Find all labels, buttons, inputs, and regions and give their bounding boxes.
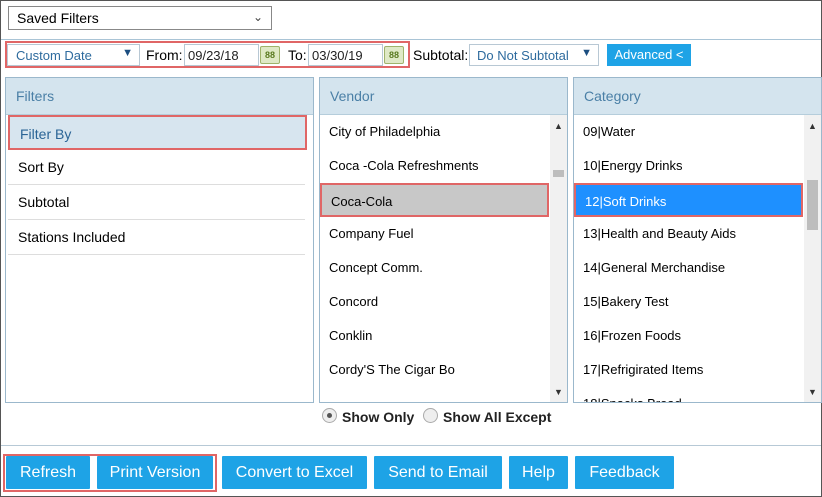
- filters-list: Filter By Sort By Subtotal Stations Include…: [6, 115, 313, 255]
- report-filter-window: Saved Filters ⌄ Custom Date ▼ From: 09/2…: [0, 0, 822, 497]
- category-scroll-thumb[interactable]: [807, 180, 818, 230]
- chevron-down-icon: ⌄: [252, 10, 263, 24]
- category-scrollbar[interactable]: ▲ ▼: [804, 115, 821, 402]
- vendor-panel: Vendor City of Philadelphia Coca -Cola Re…: [319, 77, 568, 403]
- category-list-item[interactable]: 14|General Merchandise: [574, 251, 803, 285]
- vendor-panel-header: Vendor: [320, 78, 567, 115]
- convert-to-excel-button[interactable]: Convert to Excel: [222, 456, 367, 489]
- feedback-button[interactable]: Feedback: [575, 456, 674, 489]
- refresh-button[interactable]: Refresh: [6, 456, 90, 489]
- vendor-list-item[interactable]: Conklin: [320, 319, 549, 353]
- category-panel-header: Category: [574, 78, 821, 115]
- scroll-down-arrow-icon[interactable]: ▼: [804, 384, 821, 400]
- filters-list-item[interactable]: Sort By: [8, 150, 305, 185]
- subtotal-label: Subtotal:: [413, 47, 469, 63]
- filters-panel-header: Filters: [6, 78, 313, 115]
- header-divider: [1, 39, 821, 40]
- category-list: 09|Water 10|Energy Drinks 12|Soft Drinks 13…: [574, 115, 803, 402]
- vendor-scrollbar[interactable]: ▲ ▼: [550, 115, 567, 402]
- category-list-item[interactable]: 09|Water: [574, 115, 803, 149]
- vendor-list-item[interactable]: Coca -Cola Refreshments: [320, 149, 549, 183]
- print-version-button[interactable]: Print Version: [97, 456, 213, 489]
- category-list-item[interactable]: 15|Bakery Test: [574, 285, 803, 319]
- filters-list-item[interactable]: Stations Included: [8, 220, 305, 255]
- vendor-list-item[interactable]: City of Philadelphia: [320, 115, 549, 149]
- subtotal-value: Do Not Subtotal: [477, 48, 569, 63]
- vendor-list-item[interactable]: Cordy'S The Cigar Bo: [320, 353, 549, 387]
- category-list-item[interactable]: 18|Snacks Bread: [574, 387, 803, 402]
- vendor-list-item[interactable]: Concept Comm.: [320, 251, 549, 285]
- from-date-input[interactable]: 09/23/18: [184, 44, 259, 66]
- scroll-up-arrow-icon[interactable]: ▲: [550, 118, 567, 134]
- from-date-value: 09/23/18: [188, 48, 239, 63]
- show-only-label: Show Only: [342, 409, 415, 425]
- vendor-list-item[interactable]: Concord: [320, 285, 549, 319]
- category-list-item[interactable]: 13|Health and Beauty Aids: [574, 217, 803, 251]
- category-list-item[interactable]: 17|Refrigirated Items: [574, 353, 803, 387]
- help-button[interactable]: Help: [509, 456, 568, 489]
- dropdown-arrow-icon: ▼: [581, 47, 592, 59]
- show-only-radio[interactable]: [322, 408, 337, 423]
- scroll-up-arrow-icon[interactable]: ▲: [804, 118, 821, 134]
- saved-filters-label: Saved Filters: [17, 10, 99, 26]
- date-preset-value: Custom Date: [16, 48, 92, 63]
- saved-filters-select[interactable]: Saved Filters ⌄: [8, 6, 272, 30]
- send-to-email-button[interactable]: Send to Email: [374, 456, 502, 489]
- filters-panel: Filters Filter By Sort By Subtotal Stations…: [5, 77, 314, 403]
- vendor-scroll-thumb[interactable]: [553, 170, 564, 177]
- category-list-item[interactable]: 10|Energy Drinks: [574, 149, 803, 183]
- to-date-value: 03/30/19: [312, 48, 363, 63]
- to-label: To:: [288, 47, 307, 63]
- vendor-list: City of Philadelphia Coca -Cola Refreshme…: [320, 115, 549, 402]
- calendar-icon[interactable]: 88: [384, 46, 404, 64]
- date-preset-select[interactable]: Custom Date ▼: [7, 44, 140, 66]
- to-date-input[interactable]: 03/30/19: [308, 44, 383, 66]
- advanced-button[interactable]: Advanced <: [607, 44, 691, 66]
- from-label: From:: [146, 47, 183, 63]
- category-list-item[interactable]: 16|Frozen Foods: [574, 319, 803, 353]
- category-list-item[interactable]: 12|Soft Drinks: [574, 183, 803, 217]
- subtotal-select[interactable]: Do Not Subtotal ▼: [469, 44, 599, 66]
- show-all-except-label: Show All Except: [443, 409, 552, 425]
- dropdown-arrow-icon: ▼: [122, 47, 133, 59]
- category-panel: Category 09|Water 10|Energy Drinks 12|Soft…: [573, 77, 822, 403]
- vendor-list-item[interactable]: Company Fuel: [320, 217, 549, 251]
- footer-divider: [1, 445, 821, 446]
- show-all-except-radio[interactable]: [423, 408, 438, 423]
- calendar-icon[interactable]: 88: [260, 46, 280, 64]
- filters-list-item[interactable]: Subtotal: [8, 185, 305, 220]
- filters-list-item[interactable]: Filter By: [8, 115, 307, 150]
- scroll-down-arrow-icon[interactable]: ▼: [550, 384, 567, 400]
- vendor-list-item[interactable]: Coca-Cola: [320, 183, 549, 217]
